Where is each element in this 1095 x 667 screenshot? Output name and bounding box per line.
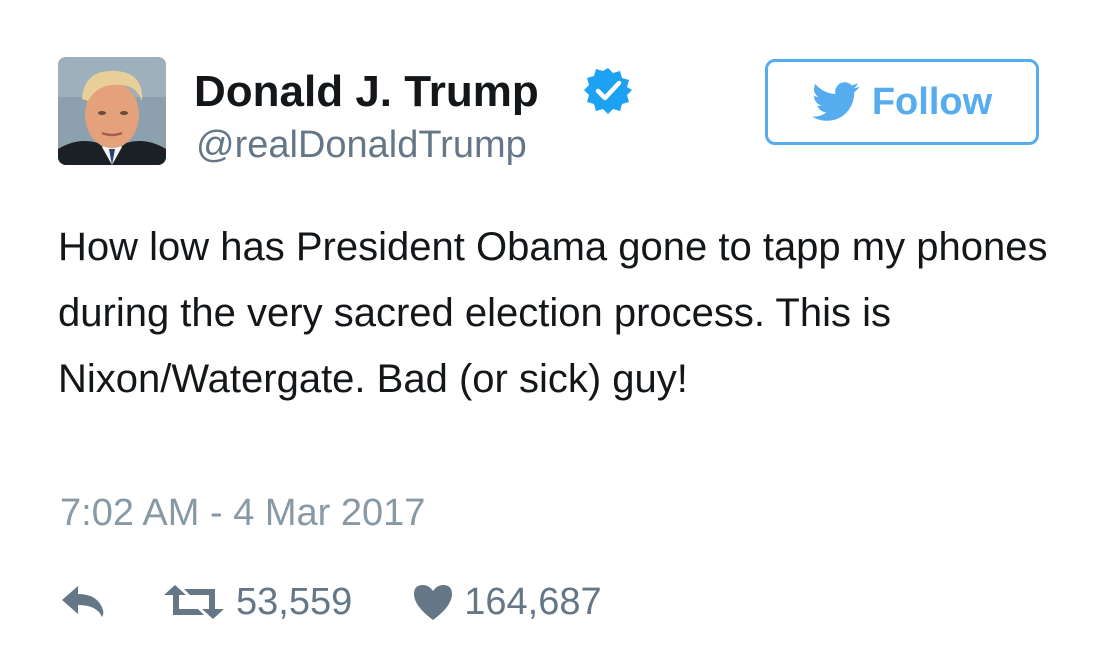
author-name[interactable]: Donald J. Trump <box>194 66 539 118</box>
verified-badge-icon <box>584 68 632 114</box>
heart-icon <box>414 585 453 620</box>
author-handle[interactable]: @realDonaldTrump <box>196 122 527 168</box>
like-button[interactable]: 164,687 <box>412 579 602 625</box>
tweet-actions: 53,559 164,687 <box>58 575 602 629</box>
retweet-count: 53,559 <box>236 581 353 623</box>
retweet-button[interactable]: 53,559 <box>162 579 352 625</box>
like-count: 164,687 <box>464 581 602 623</box>
reply-button[interactable] <box>58 583 108 621</box>
follow-button[interactable]: Follow <box>765 59 1039 145</box>
tweet-text: How low has President Obama gone to tapp… <box>58 225 1048 401</box>
retweet-icon <box>164 585 224 619</box>
follow-button-label: Follow <box>871 80 993 123</box>
twitter-bird-icon <box>811 82 860 121</box>
reply-icon <box>62 586 104 617</box>
avatar[interactable] <box>58 57 166 165</box>
profile-photo-icon <box>58 57 166 165</box>
tweet-card: Donald J. Trump @realDonaldTrump Follow … <box>0 0 1095 667</box>
tweet-timestamp[interactable]: 7:02 AM - 4 Mar 2017 <box>60 490 425 536</box>
